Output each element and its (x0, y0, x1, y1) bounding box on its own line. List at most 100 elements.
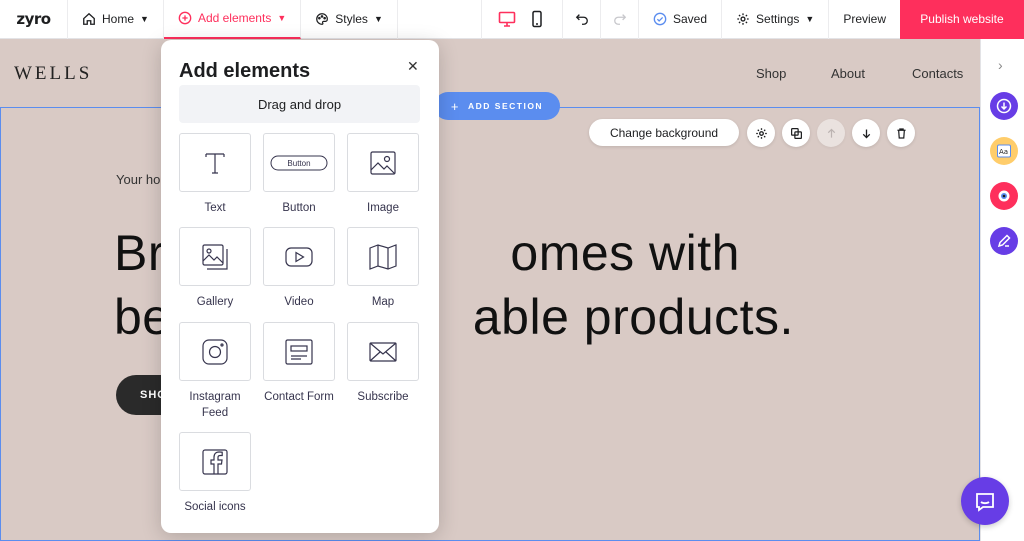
element-label: Text (204, 202, 226, 214)
contact-form-icon (285, 338, 313, 365)
page-selector[interactable]: Home ▼ (68, 0, 164, 39)
zyro-logo[interactable]: zyro (0, 0, 68, 39)
eye-icon (998, 190, 1010, 202)
button-icon: Button (270, 155, 328, 170)
add-section-label: ADD SECTION (468, 101, 544, 111)
redo-icon (613, 14, 626, 25)
chevron-down-icon: ▼ (373, 14, 383, 24)
chevron-down-icon: ▼ (805, 14, 815, 24)
chevron-right-icon[interactable]: › (998, 57, 1003, 73)
styles-label: Styles (335, 12, 368, 26)
delete-section-button[interactable] (887, 119, 915, 147)
typography-icon: Aa (997, 144, 1011, 158)
element-gallery[interactable]: Gallery (179, 227, 251, 310)
palette-icon (316, 13, 329, 25)
site-brand-logo[interactable]: WELLS (14, 63, 92, 85)
element-social-icons[interactable]: Social icons (179, 432, 251, 515)
element-label: Button (282, 202, 316, 214)
element-text-tile[interactable] (179, 133, 251, 192)
envelope-icon (369, 341, 397, 362)
panel-title: Add elements (179, 60, 311, 82)
edit-button[interactable] (990, 227, 1018, 255)
publish-website-button[interactable]: Publish website (900, 0, 1024, 39)
add-elements-panel: Add elements ✕ Drag and drop Text Button… (161, 40, 439, 533)
element-instagram-tile[interactable] (179, 322, 251, 381)
instagram-icon (202, 338, 228, 365)
move-down-button[interactable] (852, 119, 880, 147)
element-label: Gallery (196, 296, 234, 308)
edit-pen-icon (997, 234, 1011, 248)
element-map-tile[interactable] (347, 227, 419, 286)
element-gallery-tile[interactable] (179, 227, 251, 286)
plus-icon: + (450, 98, 461, 114)
device-switcher (482, 0, 563, 39)
move-up-button[interactable] (817, 119, 845, 147)
image-icon (370, 150, 396, 175)
saved-label: Saved (673, 12, 708, 26)
element-label: Contact Form (264, 391, 334, 403)
chat-icon (976, 493, 994, 512)
settings-label: Settings (756, 12, 800, 26)
section-settings-button[interactable] (747, 119, 775, 147)
element-subscribe-tile[interactable] (347, 322, 419, 381)
gallery-icon (202, 243, 228, 270)
element-social-icons-tile[interactable] (179, 432, 251, 491)
nav-link-shop[interactable]: Shop (756, 66, 786, 81)
svg-text:Aa: Aa (999, 148, 1008, 156)
element-button[interactable]: Button Button (263, 133, 335, 216)
arrow-down-icon (862, 128, 870, 138)
element-contact-form-tile[interactable] (263, 322, 335, 381)
element-video-tile[interactable] (263, 227, 335, 286)
element-button-tile[interactable]: Button (263, 133, 335, 192)
page-selector-label: Home (102, 12, 135, 26)
mobile-icon[interactable] (528, 10, 546, 28)
element-label: Map (371, 296, 395, 308)
element-text[interactable]: Text (179, 133, 251, 216)
nav-link-about[interactable]: About (831, 66, 865, 81)
element-label: Social icons (184, 501, 246, 513)
video-icon (285, 246, 313, 267)
duplicate-section-button[interactable] (782, 119, 810, 147)
saved-status: Saved (639, 0, 723, 39)
support-chat-button[interactable] (961, 477, 1009, 525)
plus-circle-icon (178, 11, 192, 25)
editor-canvas: WELLS Shop About Contacts + ADD SECTION … (0, 39, 980, 541)
change-background-button[interactable]: Change background (589, 119, 739, 146)
add-section-button[interactable]: + ADD SECTION (434, 92, 560, 120)
element-instagram-feed[interactable]: Instagram Feed (179, 322, 251, 421)
element-subscribe[interactable]: Subscribe (347, 322, 419, 405)
element-image-tile[interactable] (347, 133, 419, 192)
right-sidebar: › Aa (980, 39, 1024, 541)
undo-icon (575, 14, 588, 25)
undo-button[interactable] (563, 0, 601, 39)
element-label: Image (367, 202, 399, 214)
close-icon[interactable]: ✕ (407, 58, 419, 75)
element-label: Video (284, 296, 314, 308)
element-map[interactable]: Map (347, 227, 419, 310)
button-icon-text: Button (287, 159, 310, 168)
element-label: Instagram Feed (189, 391, 241, 419)
element-label: Subscribe (357, 391, 409, 403)
element-video[interactable]: Video (263, 227, 335, 310)
styles-button[interactable]: Styles ▼ (301, 0, 398, 39)
element-contact-form[interactable]: Contact Form (263, 322, 335, 405)
hero-subtitle[interactable]: Your ho (116, 172, 160, 187)
map-icon (369, 243, 397, 270)
gear-icon (755, 127, 767, 139)
typography-button[interactable]: Aa (990, 137, 1018, 165)
top-toolbar: zyro Home ▼ Add elements ▼ Styles ▼ Save… (0, 0, 1024, 39)
preview-eye-button[interactable] (990, 182, 1018, 210)
preview-button[interactable]: Preview (829, 0, 900, 39)
element-image[interactable]: Image (347, 133, 419, 216)
duplicate-icon (790, 127, 802, 139)
nav-link-contacts[interactable]: Contacts (912, 66, 963, 81)
settings-button[interactable]: Settings ▼ (722, 0, 830, 39)
add-elements-button[interactable]: Add elements ▼ (163, 0, 302, 39)
chevron-down-icon: ▼ (277, 13, 287, 23)
trash-icon (896, 127, 906, 139)
redo-button[interactable] (601, 0, 639, 39)
text-icon (205, 152, 225, 174)
download-icon (996, 98, 1012, 114)
download-button[interactable] (990, 92, 1018, 120)
desktop-icon[interactable] (498, 10, 516, 28)
